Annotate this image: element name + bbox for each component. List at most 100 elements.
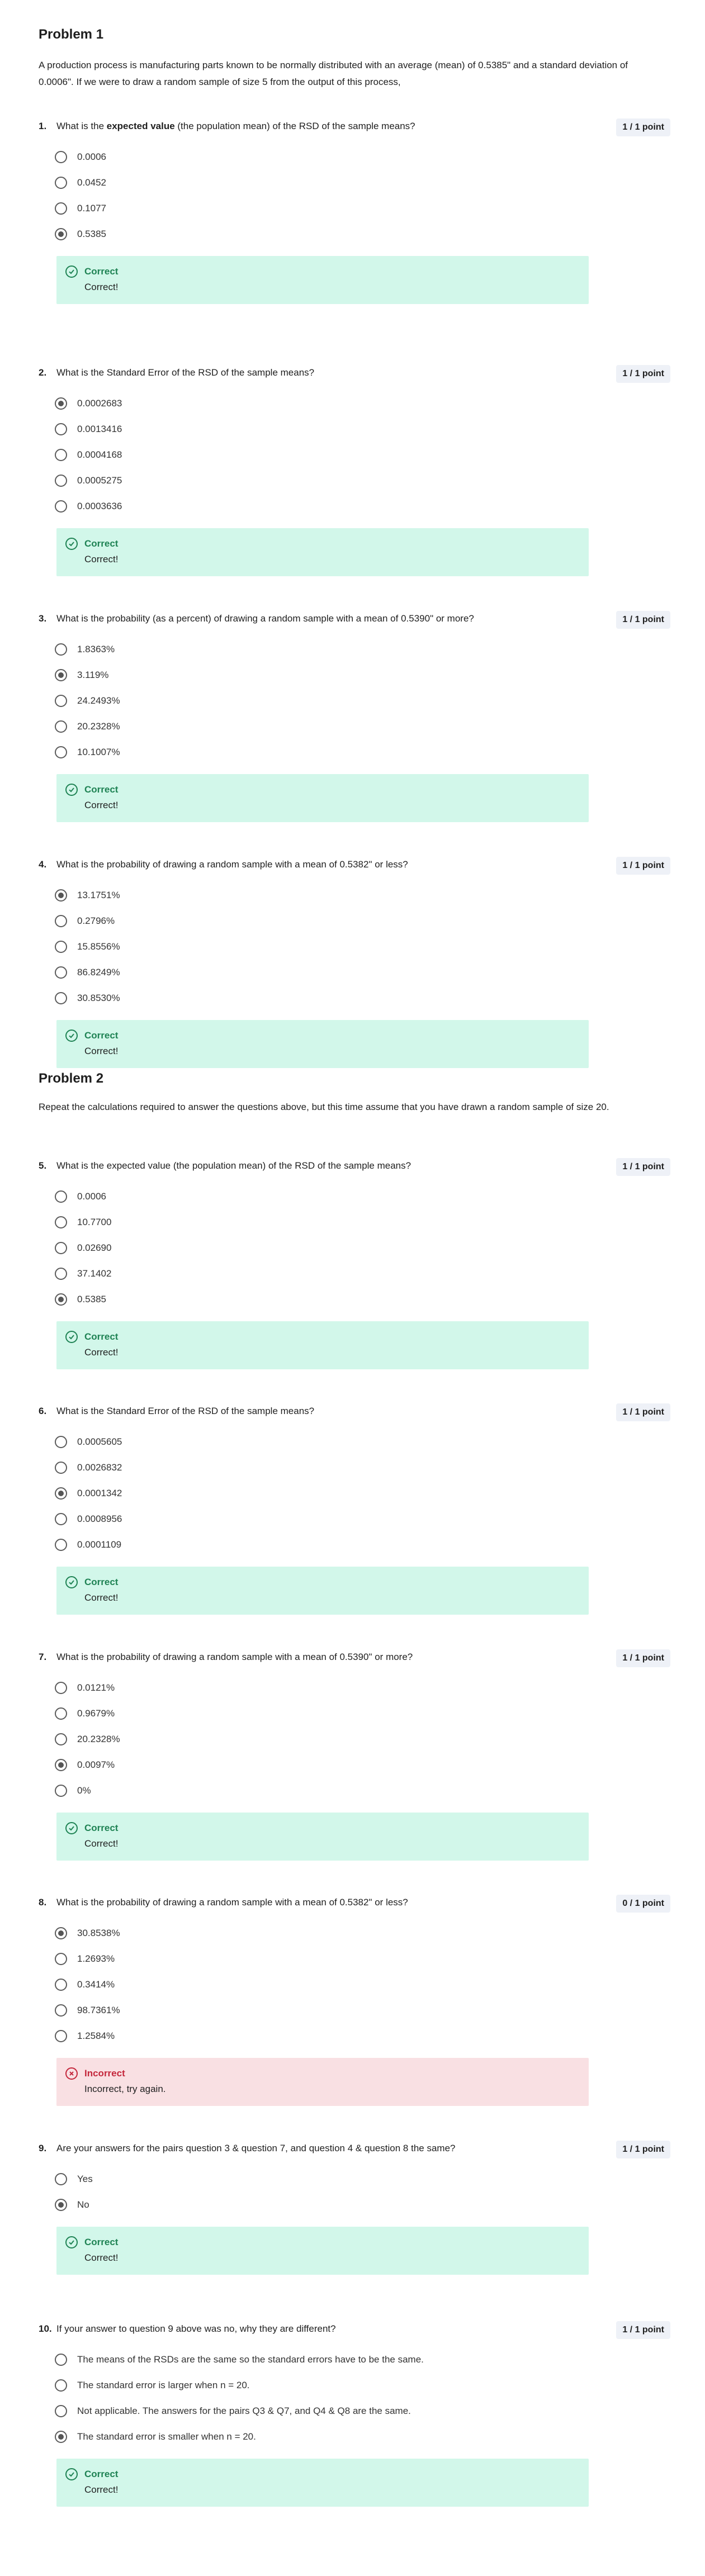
radio-button[interactable] [55, 177, 67, 189]
radio-button[interactable] [55, 475, 67, 487]
check-circle-icon [65, 2468, 78, 2480]
answer-option[interactable]: 98.7361% [39, 2003, 670, 2029]
answer-option[interactable]: 10.1007% [39, 745, 670, 771]
answer-option[interactable]: Yes [39, 2172, 670, 2198]
answer-option[interactable]: 30.8530% [39, 991, 670, 1017]
radio-selected[interactable] [55, 1759, 67, 1771]
radio-button[interactable] [55, 449, 67, 461]
answer-option[interactable]: 0.02690 [39, 1241, 670, 1266]
radio-selected[interactable] [55, 1487, 67, 1500]
question-text-part: What is the [56, 121, 107, 131]
radio-button[interactable] [55, 915, 67, 927]
radio-button[interactable] [55, 2173, 67, 2185]
answer-option[interactable]: 0.0121% [39, 1681, 670, 1706]
answer-option[interactable]: 0.9679% [39, 1706, 670, 1732]
answer-option[interactable]: 10.7700 [39, 1215, 670, 1241]
radio-button[interactable] [55, 2030, 67, 2042]
radio-button[interactable] [55, 720, 67, 733]
answer-option[interactable]: 0.0006 [39, 150, 670, 175]
radio-selected[interactable] [55, 1293, 67, 1306]
answer-option[interactable]: 1.2693% [39, 1952, 670, 1977]
option-label: 0.2796% [77, 915, 115, 926]
radio-button[interactable] [55, 966, 67, 979]
feedback-correct: Correct Correct! [56, 2227, 589, 2275]
radio-button[interactable] [55, 2004, 67, 2017]
answer-option[interactable]: The standard error is smaller when n = 2… [39, 2430, 670, 2455]
radio-selected[interactable] [55, 1927, 67, 1939]
radio-selected[interactable] [55, 2199, 67, 2211]
radio-button[interactable] [55, 695, 67, 707]
answer-option[interactable]: 1.8363% [39, 642, 670, 668]
answer-option[interactable]: 0% [39, 1783, 670, 1809]
radio-button[interactable] [55, 746, 67, 758]
feedback-message: Correct! [84, 1592, 119, 1603]
answer-option[interactable]: 0.0008956 [39, 1512, 670, 1538]
answer-option[interactable]: 0.0004168 [39, 448, 670, 473]
radio-button[interactable] [55, 423, 67, 435]
answer-option[interactable]: 37.1402 [39, 1266, 670, 1292]
answer-option[interactable]: 0.0003636 [39, 499, 670, 525]
answer-option[interactable]: 0.0001342 [39, 1486, 670, 1512]
radio-button[interactable] [55, 1513, 67, 1525]
radio-button[interactable] [55, 202, 67, 215]
radio-button[interactable] [55, 1785, 67, 1797]
radio-button[interactable] [55, 1268, 67, 1280]
radio-button[interactable] [55, 2405, 67, 2417]
radio-button[interactable] [55, 1216, 67, 1228]
radio-button[interactable] [55, 1190, 67, 1203]
radio-button[interactable] [55, 500, 67, 513]
answer-option[interactable]: 0.0006 [39, 1189, 670, 1215]
question-9: 9. Are your answers for the pairs questio… [39, 2141, 670, 2275]
answer-option[interactable]: 0.0001109 [39, 1538, 670, 1563]
radio-button[interactable] [55, 941, 67, 953]
radio-selected[interactable] [55, 397, 67, 410]
radio-button[interactable] [55, 1733, 67, 1745]
answer-option[interactable]: 0.0005275 [39, 473, 670, 499]
answer-option[interactable]: 1.2584% [39, 2029, 670, 2055]
radio-button[interactable] [55, 1436, 67, 1448]
answer-option[interactable]: 0.0005605 [39, 1435, 670, 1460]
answer-option[interactable]: 20.2328% [39, 719, 670, 745]
answer-option[interactable]: 0.5385 [39, 227, 670, 253]
radio-button[interactable] [55, 1707, 67, 1720]
answer-option[interactable]: 24.2493% [39, 694, 670, 719]
answer-option[interactable]: 13.1751% [39, 888, 670, 914]
answer-option[interactable]: 0.5385 [39, 1292, 670, 1318]
radio-button[interactable] [55, 1539, 67, 1551]
radio-button[interactable] [55, 1979, 67, 1991]
answer-option[interactable]: No [39, 2198, 670, 2223]
radio-button[interactable] [55, 992, 67, 1004]
radio-selected[interactable] [55, 2431, 67, 2443]
radio-button[interactable] [55, 1953, 67, 1965]
answer-option[interactable]: 0.0002683 [39, 396, 670, 422]
answer-option[interactable]: 0.3414% [39, 1977, 670, 2003]
answer-option[interactable]: The means of the RSDs are the same so th… [39, 2352, 670, 2378]
feedback-status: Correct [84, 1030, 119, 1041]
radio-selected[interactable] [55, 228, 67, 240]
radio-button[interactable] [55, 1682, 67, 1694]
radio-selected[interactable] [55, 669, 67, 681]
option-label: 0.0003636 [77, 501, 122, 511]
answer-option[interactable]: 20.2328% [39, 1732, 670, 1758]
question-text: If your answer to question 9 above was n… [56, 2323, 336, 2335]
answer-option[interactable]: 0.2796% [39, 914, 670, 940]
answer-option[interactable]: 0.0097% [39, 1758, 670, 1783]
radio-button[interactable] [55, 643, 67, 656]
answer-option[interactable]: Not applicable. The answers for the pair… [39, 2404, 670, 2430]
answer-option[interactable]: 30.8538% [39, 1926, 670, 1952]
answer-option[interactable]: 15.8556% [39, 940, 670, 965]
answer-option[interactable]: 0.0026832 [39, 1460, 670, 1486]
question-number: 2. [39, 367, 47, 378]
radio-button[interactable] [55, 1242, 67, 1254]
radio-selected[interactable] [55, 889, 67, 902]
answer-option[interactable]: 86.8249% [39, 965, 670, 991]
radio-button[interactable] [55, 2379, 67, 2392]
answer-option[interactable]: 0.0013416 [39, 422, 670, 448]
radio-button[interactable] [55, 1462, 67, 1474]
answer-option[interactable]: 3.119% [39, 668, 670, 694]
answer-option[interactable]: The standard error is larger when n = 20… [39, 2378, 670, 2404]
radio-button[interactable] [55, 151, 67, 163]
answer-option[interactable]: 0.1077 [39, 201, 670, 227]
answer-option[interactable]: 0.0452 [39, 175, 670, 201]
radio-button[interactable] [55, 2354, 67, 2366]
